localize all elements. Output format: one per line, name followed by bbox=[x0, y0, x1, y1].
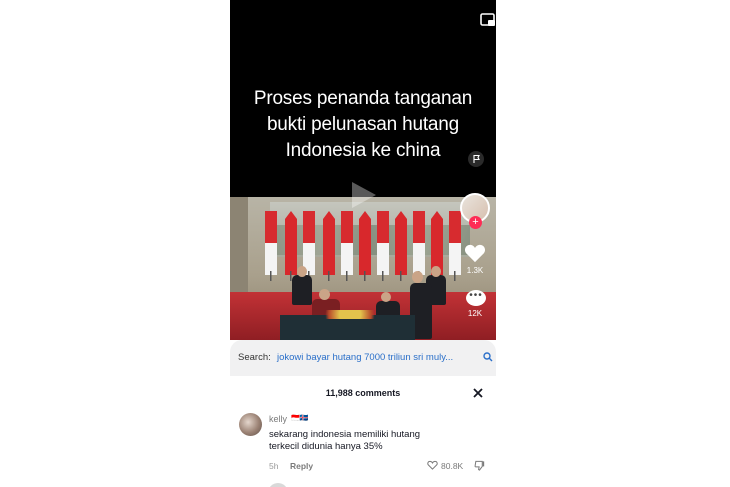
comment-item: kelly 🇮🇩🇮🇸 sekarang indonesia memiliki h… bbox=[230, 408, 496, 478]
comment-count: 12K bbox=[467, 309, 483, 318]
heart-outline-icon[interactable] bbox=[427, 460, 438, 470]
like-count: 1.3K bbox=[466, 266, 484, 275]
comments-header: 11,988 comments bbox=[230, 378, 496, 406]
follow-plus-icon[interactable]: + bbox=[469, 216, 482, 229]
pip-icon[interactable] bbox=[480, 12, 496, 28]
search-suggestion-bar[interactable]: Search: jokowi bayar hutang 7000 triliun… bbox=[230, 340, 496, 376]
close-icon[interactable] bbox=[471, 386, 485, 400]
video-caption: Proses penanda tanganan bukti pelunasan … bbox=[253, 88, 473, 161]
flag-icon[interactable] bbox=[468, 151, 484, 167]
play-icon[interactable] bbox=[348, 180, 378, 210]
dislike-icon[interactable] bbox=[474, 460, 485, 471]
next-comment-avatar[interactable] bbox=[268, 483, 288, 487]
flag-badges: 🇮🇩🇮🇸 bbox=[291, 415, 309, 422]
comments-count: 11,988 comments bbox=[325, 388, 401, 398]
commenter-username[interactable]: kelly bbox=[269, 414, 287, 424]
search-icon[interactable] bbox=[483, 352, 493, 362]
commenter-avatar[interactable] bbox=[239, 413, 262, 436]
video-player[interactable]: Proses penanda tanganan bukti pelunasan … bbox=[230, 0, 496, 340]
comment-like-count: 80.8K bbox=[441, 461, 464, 471]
heart-icon[interactable] bbox=[464, 243, 486, 263]
comment-text: sekarang indonesia memiliki hutang terke… bbox=[269, 429, 421, 452]
search-query-link[interactable]: jokowi bayar hutang 7000 triliun sri mul… bbox=[277, 340, 453, 376]
search-label: Search: bbox=[238, 352, 271, 363]
phone-frame: Proses penanda tanganan bukti pelunasan … bbox=[230, 0, 496, 487]
video-frame-image bbox=[230, 197, 496, 340]
reply-button[interactable]: Reply bbox=[290, 461, 313, 471]
comment-time: 5h bbox=[269, 461, 279, 471]
